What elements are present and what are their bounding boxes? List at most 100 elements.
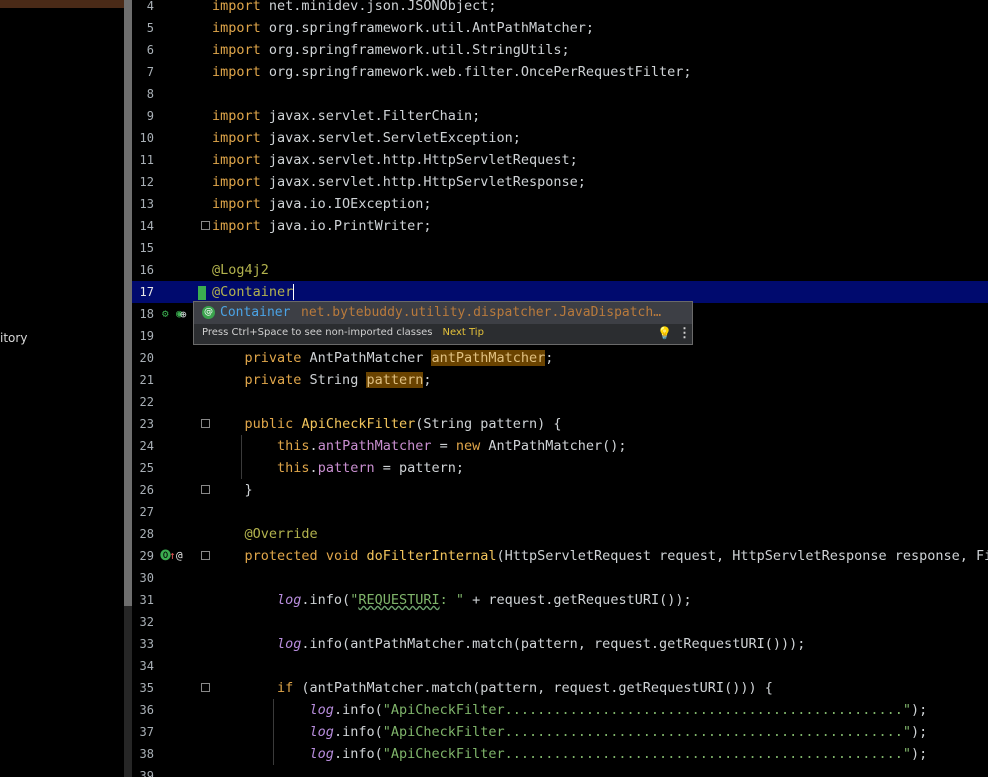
fold-marker-icon[interactable] — [201, 485, 210, 494]
line-number[interactable]: 14 — [132, 215, 154, 237]
code-line-35[interactable]: 35 if (antPathMatcher.match(pattern, req… — [132, 677, 988, 699]
code-line-10[interactable]: 10 import javax.servlet.ServletException; — [132, 127, 988, 149]
line-number[interactable]: 25 — [132, 457, 154, 479]
code-text[interactable]: @Override — [212, 523, 318, 545]
code-text[interactable]: import java.io.IOException; — [212, 193, 431, 215]
code-text[interactable]: this.pattern = pattern; — [212, 457, 464, 479]
code-line-37[interactable]: 37 log.info("ApiCheckFilter.............… — [132, 721, 988, 743]
code-text[interactable]: public ApiCheckFilter(String pattern) { — [212, 413, 562, 435]
code-line-39[interactable]: 39 — [132, 765, 988, 777]
line-number[interactable]: 37 — [132, 721, 154, 743]
code-line-28[interactable]: 28 @Override — [132, 523, 988, 545]
code-text[interactable]: import javax.servlet.http.HttpServletReq… — [212, 149, 578, 171]
fold-marker-icon[interactable] — [201, 221, 210, 230]
code-line-16[interactable]: 16 @Log4j2 — [132, 259, 988, 281]
code-line-6[interactable]: 6 import org.springframework.util.StringU… — [132, 39, 988, 61]
at-annotation-icon[interactable]: @ — [176, 550, 183, 562]
code-text[interactable]: @Log4j2 — [212, 259, 269, 281]
code-line-5[interactable]: 5 import org.springframework.util.AntPath… — [132, 17, 988, 39]
code-text[interactable]: log.info("ApiCheckFilter................… — [212, 699, 928, 721]
line-number[interactable]: 28 — [132, 523, 154, 545]
code-line-23[interactable]: 23 public ApiCheckFilter(String pattern)… — [132, 413, 988, 435]
code-text[interactable]: import javax.servlet.FilterChain; — [212, 105, 480, 127]
code-line-31[interactable]: 31 log.info("REQUESTURI: " + request.get… — [132, 589, 988, 611]
line-number[interactable]: 18 — [132, 303, 154, 325]
code-line-32[interactable]: 32 — [132, 611, 988, 633]
line-number[interactable]: 16 — [132, 259, 154, 281]
code-text[interactable]: log.info("ApiCheckFilter................… — [212, 721, 928, 743]
project-panel-item[interactable]: itory — [0, 331, 27, 345]
completion-item[interactable]: @ Container net.bytebuddy.utility.dispat… — [194, 302, 692, 324]
code-text[interactable]: this.antPathMatcher = new AntPathMatcher… — [212, 435, 627, 457]
code-line-20[interactable]: 20 private AntPathMatcher antPathMatcher… — [132, 347, 988, 369]
code-text[interactable]: log.info("ApiCheckFilter................… — [212, 743, 928, 765]
line-number[interactable]: 13 — [132, 193, 154, 215]
completion-popup[interactable]: @ Container net.bytebuddy.utility.dispat… — [193, 301, 693, 345]
code-line-12[interactable]: 12 import javax.servlet.http.HttpServletR… — [132, 171, 988, 193]
scrollbar-thumb[interactable] — [124, 0, 132, 606]
code-text[interactable]: } — [212, 479, 253, 501]
code-text[interactable]: private String pattern; — [212, 369, 432, 391]
code-text[interactable]: import net.minidev.json.JSONObject; — [212, 0, 496, 17]
code-line-30[interactable]: 30 — [132, 567, 988, 589]
code-text[interactable]: log.info("REQUESTURI: " + request.getReq… — [212, 589, 692, 611]
line-number[interactable]: 11 — [132, 149, 154, 171]
code-line-24[interactable]: 24 this.antPathMatcher = new AntPathMatc… — [132, 435, 988, 457]
line-number[interactable]: 34 — [132, 655, 154, 677]
line-number[interactable]: 17 — [132, 281, 154, 303]
code-line-34[interactable]: 34 — [132, 655, 988, 677]
vcs-change-marker[interactable] — [198, 286, 206, 300]
code-text[interactable]: import org.springframework.web.filter.On… — [212, 61, 692, 83]
line-number[interactable]: 22 — [132, 391, 154, 413]
code-line-13[interactable]: 13 import java.io.IOException; — [132, 193, 988, 215]
panel-scrollbar[interactable] — [124, 0, 132, 777]
more-vertical-icon[interactable]: ⋮ — [678, 326, 691, 341]
code-text[interactable]: if (antPathMatcher.match(pattern, reques… — [212, 677, 773, 699]
code-line-25[interactable]: 25 this.pattern = pattern; — [132, 457, 988, 479]
code-line-9[interactable]: 9 import javax.servlet.FilterChain; — [132, 105, 988, 127]
code-line-27[interactable]: 27 — [132, 501, 988, 523]
line-number[interactable]: 9 — [132, 105, 154, 127]
code-line-22[interactable]: 22 — [132, 391, 988, 413]
code-text[interactable]: import org.springframework.util.AntPathM… — [212, 17, 594, 39]
code-text[interactable]: log.info(antPathMatcher.match(pattern, r… — [212, 633, 805, 655]
line-number[interactable]: 21 — [132, 369, 154, 391]
web-icon[interactable]: ⊕ — [180, 309, 187, 321]
line-number[interactable]: 32 — [132, 611, 154, 633]
next-tip-link[interactable]: Next Tip — [443, 327, 484, 338]
line-number[interactable]: 20 — [132, 347, 154, 369]
code-line-4[interactable]: 4 import net.minidev.json.JSONObject; — [132, 0, 988, 17]
code-line-14[interactable]: 14 import java.io.PrintWriter; — [132, 215, 988, 237]
bean-icon[interactable]: ⚙ — [162, 308, 169, 320]
line-number[interactable]: 19 — [132, 325, 154, 347]
code-line-11[interactable]: 11 import javax.servlet.http.HttpServletR… — [132, 149, 988, 171]
code-line-33[interactable]: 33 log.info(antPathMatcher.match(pattern… — [132, 633, 988, 655]
line-number[interactable]: 7 — [132, 61, 154, 83]
override-arrow-icon[interactable]: ↑ — [169, 550, 176, 562]
line-number[interactable]: 26 — [132, 479, 154, 501]
code-line-8[interactable]: 8 — [132, 83, 988, 105]
code-line-15[interactable]: 15 — [132, 237, 988, 259]
code-line-36[interactable]: 36 log.info("ApiCheckFilter.............… — [132, 699, 988, 721]
code-line-21[interactable]: 21 private String pattern; — [132, 369, 988, 391]
code-line-29[interactable]: 29 protected void doFilterInternal(HttpS… — [132, 545, 988, 567]
fold-marker-icon[interactable] — [201, 683, 210, 692]
code-text[interactable]: protected void doFilterInternal(HttpServ… — [212, 545, 988, 567]
code-text[interactable]: import javax.servlet.http.HttpServletRes… — [212, 171, 586, 193]
code-text[interactable]: private AntPathMatcher antPathMatcher; — [212, 347, 553, 369]
code-text[interactable]: import org.springframework.util.StringUt… — [212, 39, 570, 61]
line-number[interactable]: 29 — [132, 545, 154, 567]
code-line-7[interactable]: 7 import org.springframework.web.filter.O… — [132, 61, 988, 83]
line-number[interactable]: 8 — [132, 83, 154, 105]
line-number[interactable]: 38 — [132, 743, 154, 765]
line-number[interactable]: 10 — [132, 127, 154, 149]
code-text[interactable]: import javax.servlet.ServletException; — [212, 127, 521, 149]
line-number[interactable]: 12 — [132, 171, 154, 193]
code-text[interactable]: import java.io.PrintWriter; — [212, 215, 431, 237]
line-number[interactable]: 5 — [132, 17, 154, 39]
line-number[interactable]: 27 — [132, 501, 154, 523]
code-line-38[interactable]: 38 log.info("ApiCheckFilter.............… — [132, 743, 988, 765]
line-number[interactable]: 4 — [132, 0, 154, 17]
code-line-26[interactable]: 26 } — [132, 479, 988, 501]
line-number[interactable]: 6 — [132, 39, 154, 61]
